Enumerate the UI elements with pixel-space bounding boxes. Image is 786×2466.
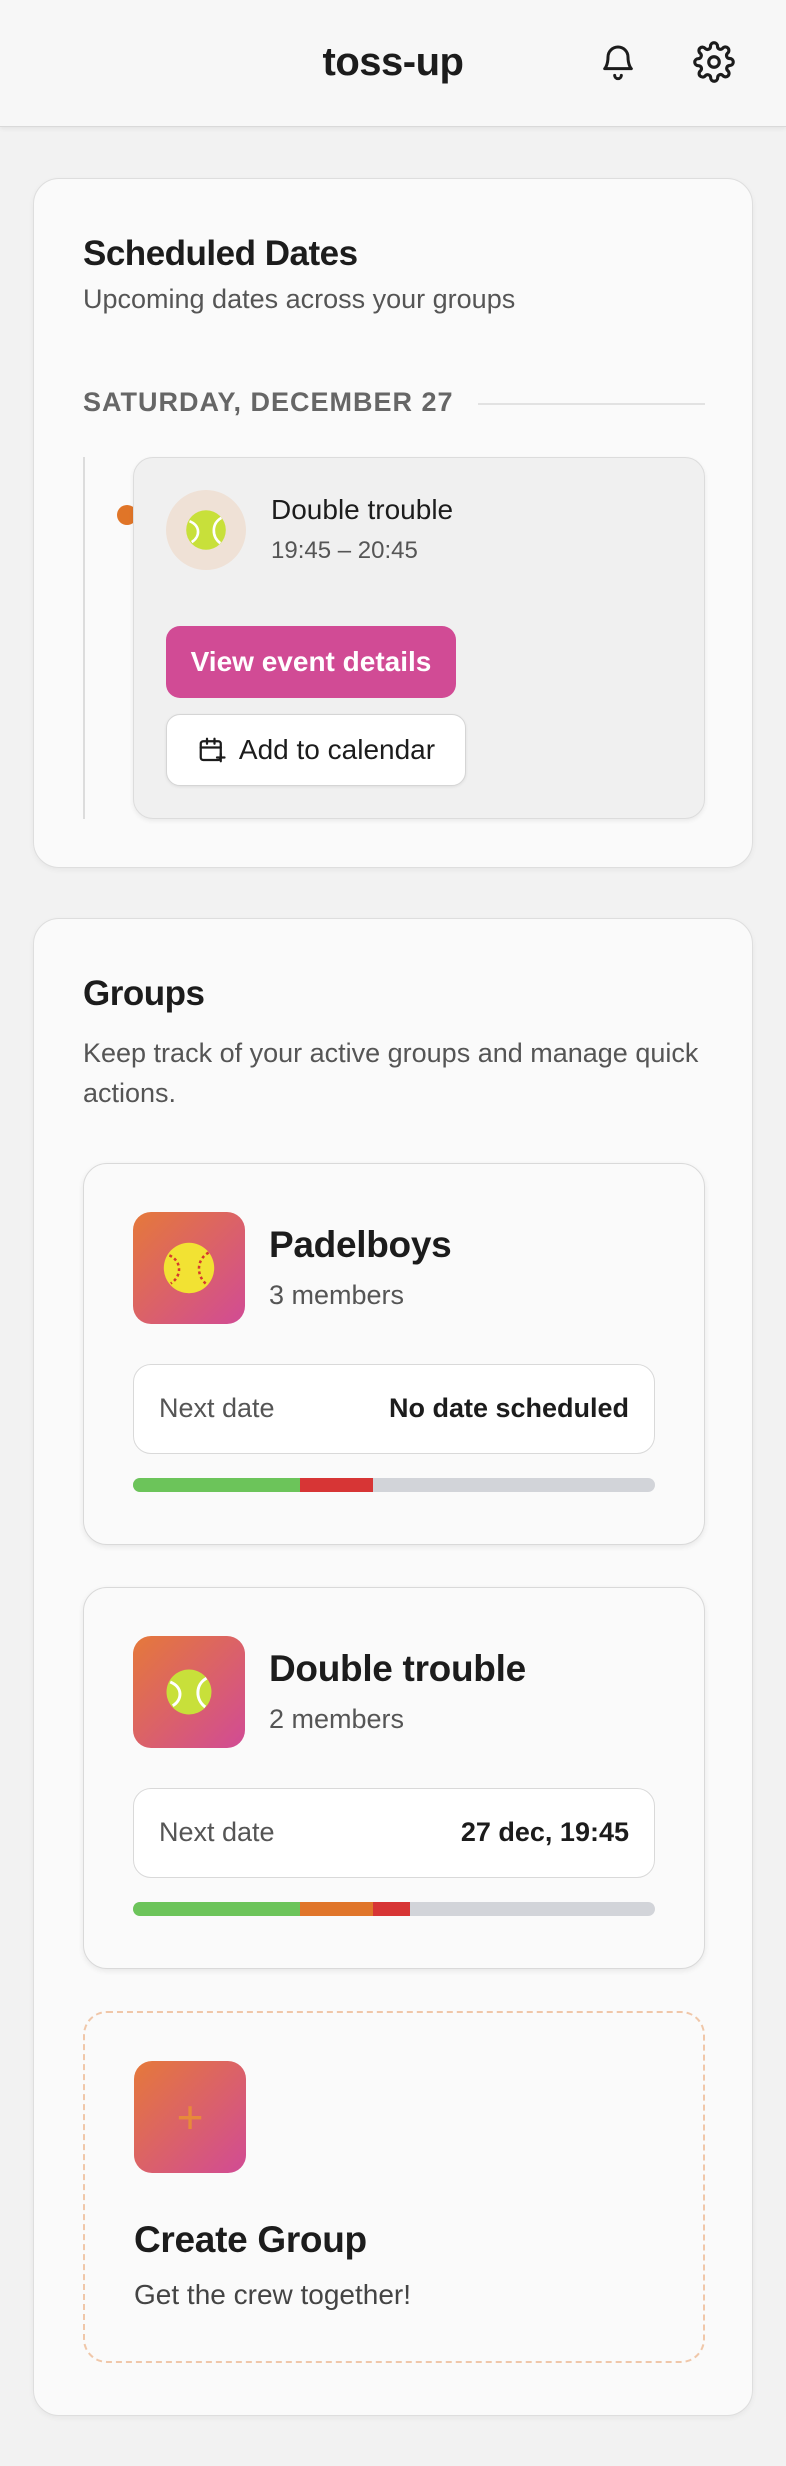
gear-icon — [693, 41, 735, 83]
app-title: toss-up — [322, 40, 464, 84]
group-name: Double trouble — [269, 1648, 526, 1689]
event-name: Double trouble — [271, 494, 454, 525]
group-members: 3 members — [269, 1280, 405, 1310]
group-avatar — [133, 1636, 245, 1748]
scheduled-dates-title: Scheduled Dates — [83, 234, 358, 273]
view-event-details-label: View event details — [190, 646, 432, 677]
groups-card: Groups Keep track of your active groups … — [33, 918, 753, 2416]
availability-segment — [300, 1478, 374, 1492]
create-group-card[interactable]: + Create Group Get the crew together! — [83, 2011, 705, 2363]
group-members: 2 members — [269, 1704, 405, 1734]
day-label: SATURDAY, DECEMBER 27 — [83, 387, 454, 417]
scheduled-dates-card: Scheduled Dates Upcoming dates across yo… — [33, 178, 753, 868]
availability-bar — [133, 1902, 655, 1916]
add-to-calendar-button[interactable]: Add to calendar — [166, 714, 466, 786]
groups-title: Groups — [83, 974, 205, 1013]
next-date-label: Next date — [159, 1817, 275, 1847]
next-date-value: No date scheduled — [388, 1393, 629, 1423]
groups-subtitle: Keep track of your active groups and man… — [83, 1038, 699, 1108]
event-card[interactable]: Double trouble 19:45 – 20:45 View event … — [133, 457, 705, 819]
plus-icon: + — [134, 2061, 246, 2173]
top-bar: toss-up — [0, 0, 786, 127]
group-card-double-trouble[interactable]: Double trouble 2 members Next date 27 de… — [83, 1587, 705, 1969]
availability-bar — [133, 1478, 655, 1492]
view-event-details-button[interactable]: View event details — [166, 626, 456, 698]
availability-segment — [300, 1902, 374, 1916]
group-card-padelboys[interactable]: Padelboys 3 members Next date No date sc… — [83, 1163, 705, 1545]
availability-segment — [133, 1478, 301, 1492]
group-name: Padelboys — [269, 1224, 452, 1265]
group-avatar — [133, 1212, 245, 1324]
next-date-box: Next date No date scheduled — [133, 1364, 655, 1454]
calendar-plus-icon — [199, 737, 226, 763]
notifications-button[interactable] — [594, 38, 642, 86]
day-divider — [478, 403, 705, 405]
tennis-ball-icon — [166, 1669, 212, 1715]
next-date-box: Next date 27 dec, 19:45 — [133, 1788, 655, 1878]
bell-icon — [603, 45, 633, 81]
availability-segment — [373, 1902, 410, 1916]
next-date-label: Next date — [159, 1393, 275, 1423]
tennis-ball-icon — [186, 510, 226, 550]
timeline-line — [83, 457, 85, 819]
event-time: 19:45 – 20:45 — [271, 537, 418, 564]
availability-segment — [133, 1902, 301, 1916]
create-group-subtitle: Get the crew together! — [134, 2279, 412, 2310]
create-group-title: Create Group — [134, 2219, 367, 2260]
next-date-value: 27 dec, 19:45 — [460, 1817, 629, 1847]
softball-icon — [163, 1242, 215, 1294]
settings-button[interactable] — [690, 38, 738, 86]
scheduled-dates-subtitle: Upcoming dates across your groups — [83, 284, 516, 314]
event-avatar — [166, 490, 246, 570]
add-to-calendar-label: Add to calendar — [238, 734, 436, 765]
